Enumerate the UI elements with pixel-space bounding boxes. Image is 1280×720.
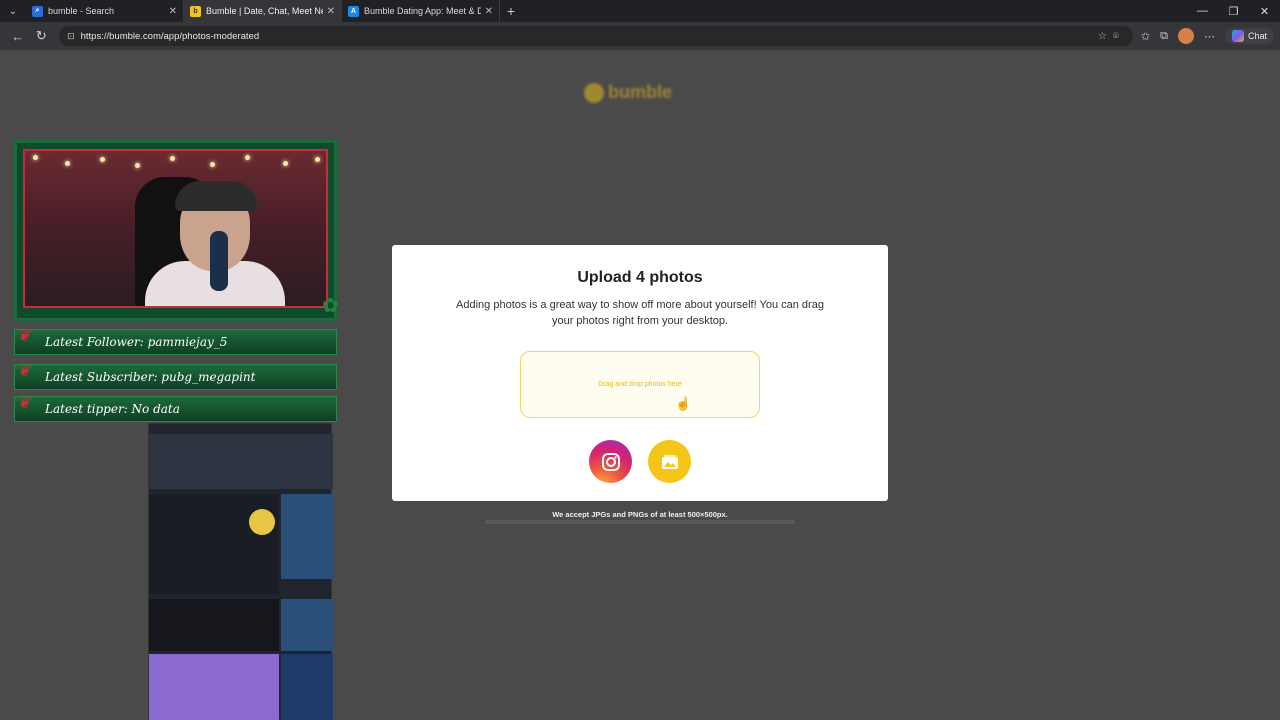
- screen-capture-thumbnail: [148, 423, 333, 720]
- christmas-bow-icon: ✿: [322, 295, 339, 317]
- url-text: https://bumble.com/app/photos-moderated: [80, 30, 260, 42]
- string-light: [100, 157, 105, 162]
- gallery-icon: [661, 454, 678, 469]
- string-light: [283, 161, 288, 166]
- string-light: [65, 161, 70, 166]
- microphone: [210, 231, 228, 291]
- gift-bow-icon: ❦: [17, 361, 31, 380]
- reload-icon[interactable]: ↻: [30, 28, 54, 44]
- sidebar-list: [281, 494, 333, 579]
- upload-source-buttons: [392, 440, 888, 483]
- purple-preview: [149, 654, 279, 720]
- tab-bumble-app-store[interactable]: A Bumble Dating App: Meet & Date ✕: [342, 0, 500, 22]
- photo-dropzone[interactable]: Drag and drop photos here ☝: [520, 351, 760, 418]
- back-icon[interactable]: ←: [6, 29, 30, 44]
- dropzone-text: Drag and drop photos here: [598, 381, 682, 388]
- modal-description: Adding photos is a great way to show off…: [456, 299, 824, 327]
- desktop-preview: [281, 654, 333, 720]
- chat-panel: [149, 599, 279, 651]
- modal-title: Upload 4 photos: [577, 269, 703, 286]
- bumble-logo: bumble: [584, 82, 672, 103]
- string-light: [33, 155, 38, 160]
- upload-photos-modal: Upload 4 photos Adding photos is a great…: [392, 245, 888, 501]
- new-tab-button[interactable]: +: [500, 3, 522, 19]
- url-bar[interactable]: ⊡ https://bumble.com/app/photos-moderate…: [59, 26, 1133, 46]
- string-light: [170, 156, 175, 161]
- app-store-favicon-icon: A: [348, 5, 359, 17]
- gallery-upload-button[interactable]: [648, 440, 691, 483]
- latest-tipper-banner: ❦ Latest tipper: No data: [14, 393, 337, 422]
- close-window-icon[interactable]: ✕: [1249, 5, 1280, 18]
- hand-cursor-icon: ☝: [675, 396, 692, 411]
- webcam-overlay: ✿: [14, 140, 339, 321]
- chat-label: Chat: [1247, 31, 1267, 41]
- tab-title: Bumble | Date, Chat, Meet New P: [206, 6, 323, 16]
- tab-bar: ⌄ ⌕ bumble - Search ✕ b Bumble | Date, C…: [0, 0, 1280, 22]
- favorites-icon[interactable]: ✩: [1141, 30, 1150, 43]
- latest-follower-text: Latest Follower: pammiejay_5: [45, 335, 228, 349]
- gift-bow-icon: ❦: [17, 393, 31, 412]
- tab-bumble-date[interactable]: b Bumble | Date, Chat, Meet New P ✕: [184, 0, 342, 22]
- address-toolbar: ← ↻ ⊡ https://bumble.com/app/photos-mode…: [0, 22, 1280, 50]
- bumble-favicon-icon: b: [190, 5, 201, 17]
- minimize-icon[interactable]: —: [1187, 5, 1218, 18]
- search-icon: ⌕: [32, 5, 43, 17]
- copilot-icon: [1231, 30, 1244, 42]
- tab-title: bumble - Search: [48, 6, 115, 16]
- bookmark-star-icon[interactable]: ☆⌾: [1098, 31, 1125, 42]
- more-options-icon[interactable]: ⋯: [1204, 30, 1215, 43]
- banana-image: [249, 509, 275, 535]
- gift-bow-icon: ❦: [17, 326, 31, 345]
- webcam-feed: [23, 149, 328, 308]
- close-tab-icon[interactable]: ✕: [169, 6, 177, 17]
- accepted-formats-note: We accept JPGs and PNGs of at least 500×…: [552, 510, 728, 519]
- bumble-logo-text: bumble: [608, 82, 673, 102]
- restore-icon[interactable]: ❐: [1218, 5, 1249, 18]
- tab-title: Bumble Dating App: Meet & Date: [364, 6, 481, 16]
- profile-avatar[interactable]: [1177, 28, 1194, 44]
- close-tab-icon[interactable]: ✕: [485, 6, 493, 17]
- latest-tipper-text: Latest tipper: No data: [45, 402, 180, 416]
- streamer-cap: [175, 181, 257, 211]
- blurred-footer-text: [485, 520, 795, 524]
- notification-panel: [281, 599, 333, 651]
- string-light: [245, 155, 250, 160]
- latest-follower-banner: ❦ Latest Follower: pammiejay_5: [14, 326, 337, 355]
- tab-search-menu-icon[interactable]: ⌄: [0, 0, 26, 22]
- mixer-panel: [149, 434, 333, 489]
- close-tab-icon[interactable]: ✕: [327, 6, 335, 17]
- window-controls: — ❐ ✕: [1187, 5, 1280, 18]
- string-light: [210, 162, 215, 167]
- string-light: [315, 157, 320, 162]
- instagram-icon: [601, 452, 620, 471]
- page-backdrop: bumble Upload 4 photos Adding photos is …: [0, 50, 1280, 720]
- copilot-chat-button[interactable]: Chat: [1224, 28, 1274, 44]
- site-info-icon[interactable]: ⊡: [67, 31, 75, 42]
- tab-bumble-search[interactable]: ⌕ bumble - Search ✕: [26, 0, 184, 22]
- collections-icon[interactable]: ⧉: [1160, 30, 1168, 43]
- bumble-logo-mark: [584, 82, 604, 103]
- instagram-upload-button[interactable]: [589, 440, 632, 483]
- string-light: [135, 163, 140, 168]
- latest-subscriber-text: Latest Subscriber: pubg_megapint: [45, 370, 256, 384]
- latest-subscriber-banner: ❦ Latest Subscriber: pubg_megapint: [14, 361, 337, 390]
